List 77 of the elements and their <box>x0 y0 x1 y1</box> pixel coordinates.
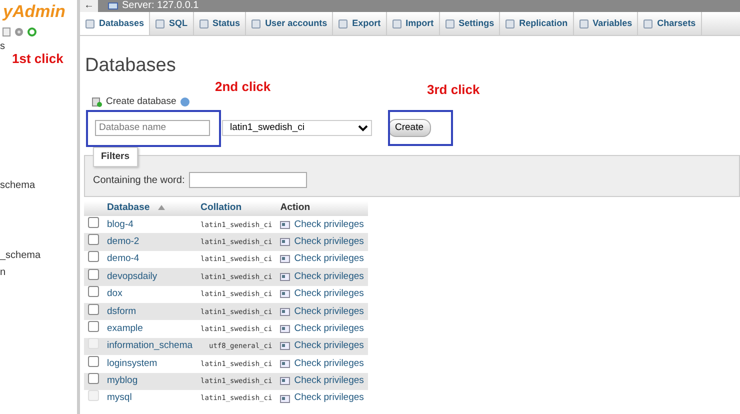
annotation-label: 3rd click <box>427 81 480 99</box>
sidebar-item[interactable]: _schema <box>0 250 41 262</box>
logo-text: yAdmin <box>1 2 66 22</box>
annotation-label: 1st click <box>12 50 64 68</box>
tab-icon <box>85 18 95 28</box>
back-button[interactable]: ← <box>80 0 98 12</box>
checkbox[interactable] <box>88 373 99 384</box>
tab[interactable]: Replication <box>500 12 574 35</box>
privileges-link[interactable]: Check privileges <box>294 252 364 267</box>
user-card-icon <box>280 290 290 298</box>
tab-icon <box>338 18 348 28</box>
user-card-icon <box>280 238 290 246</box>
checkbox[interactable] <box>88 304 99 315</box>
name-field[interactable]: Database name <box>95 120 210 136</box>
tab[interactable]: User accounts <box>246 12 334 35</box>
checkbox[interactable] <box>88 251 99 262</box>
database-link[interactable]: loginsystem <box>107 358 158 369</box>
user-card-icon <box>280 394 290 403</box>
tab-icon <box>505 18 516 28</box>
sidebar-item[interactable]: s <box>0 41 5 53</box>
refresh-icon[interactable] <box>27 27 37 37</box>
database-link[interactable]: demo-4 <box>107 253 140 264</box>
database-add-icon <box>92 96 102 107</box>
tab[interactable]: Settings <box>440 12 500 35</box>
tab[interactable]: Status <box>194 12 246 35</box>
user-card-icon <box>280 255 290 264</box>
tab[interactable]: Import <box>386 12 440 35</box>
collation-select[interactable]: latin1_swedish_ci <box>222 120 372 136</box>
column-header: Action <box>280 202 310 214</box>
page-heading: Databases <box>85 54 176 78</box>
help-icon[interactable] <box>180 96 190 107</box>
tab[interactable]: SQL <box>150 12 194 35</box>
user-card-icon <box>280 220 290 229</box>
privileges-link[interactable]: Check privileges <box>294 356 364 371</box>
tab-icon <box>643 18 654 28</box>
filter-field[interactable] <box>188 172 307 188</box>
tab-icon <box>578 18 589 28</box>
section-label: Create database <box>106 94 176 108</box>
tab-icon <box>198 18 209 28</box>
user-card-icon <box>280 342 290 350</box>
tab[interactable]: Databases <box>80 12 150 35</box>
create-button[interactable]: Create <box>388 118 431 137</box>
checkbox[interactable] <box>88 356 99 367</box>
user-card-icon <box>280 308 290 316</box>
checkbox[interactable] <box>88 216 99 228</box>
user-card-icon <box>280 360 290 368</box>
highlight-frame <box>388 110 453 146</box>
checkbox[interactable] <box>88 234 99 245</box>
sort-arrow-icon[interactable] <box>158 205 165 210</box>
checkbox[interactable] <box>88 268 99 280</box>
sidebar-item[interactable]: schema <box>0 180 36 192</box>
tab[interactable]: Export <box>333 12 387 35</box>
annotation-label: 2nd click <box>215 78 271 96</box>
sidebar-item[interactable]: n <box>0 267 6 279</box>
database-link[interactable]: blog-4 <box>107 218 134 230</box>
tab[interactable]: Variables <box>574 12 638 35</box>
breadcrumb-link[interactable]: Server: 127.0.0.1 <box>122 0 199 12</box>
checkbox[interactable] <box>88 320 99 332</box>
user-card-icon <box>280 325 290 334</box>
privileges-link[interactable]: Check privileges <box>294 218 364 232</box>
user-card-icon <box>280 272 290 281</box>
database-link[interactable]: example <box>107 322 143 334</box>
server-icon <box>108 2 118 10</box>
page-icon[interactable] <box>2 27 11 37</box>
privileges-link[interactable]: Check privileges <box>294 287 364 302</box>
database-link[interactable]: dox <box>107 288 122 300</box>
tab-icon <box>444 18 455 28</box>
user-card-icon <box>280 377 290 386</box>
tab-icon <box>251 18 262 28</box>
privileges-link[interactable]: Check privileges <box>294 322 364 336</box>
tab-icon <box>155 18 166 28</box>
checkbox[interactable] <box>88 286 99 298</box>
filter-label: Containing the word: <box>93 174 185 188</box>
tab-icon <box>392 18 402 28</box>
filters-legend: Filters <box>93 147 138 168</box>
gear-icon[interactable] <box>14 27 24 37</box>
tab[interactable]: Charsets <box>638 12 702 35</box>
